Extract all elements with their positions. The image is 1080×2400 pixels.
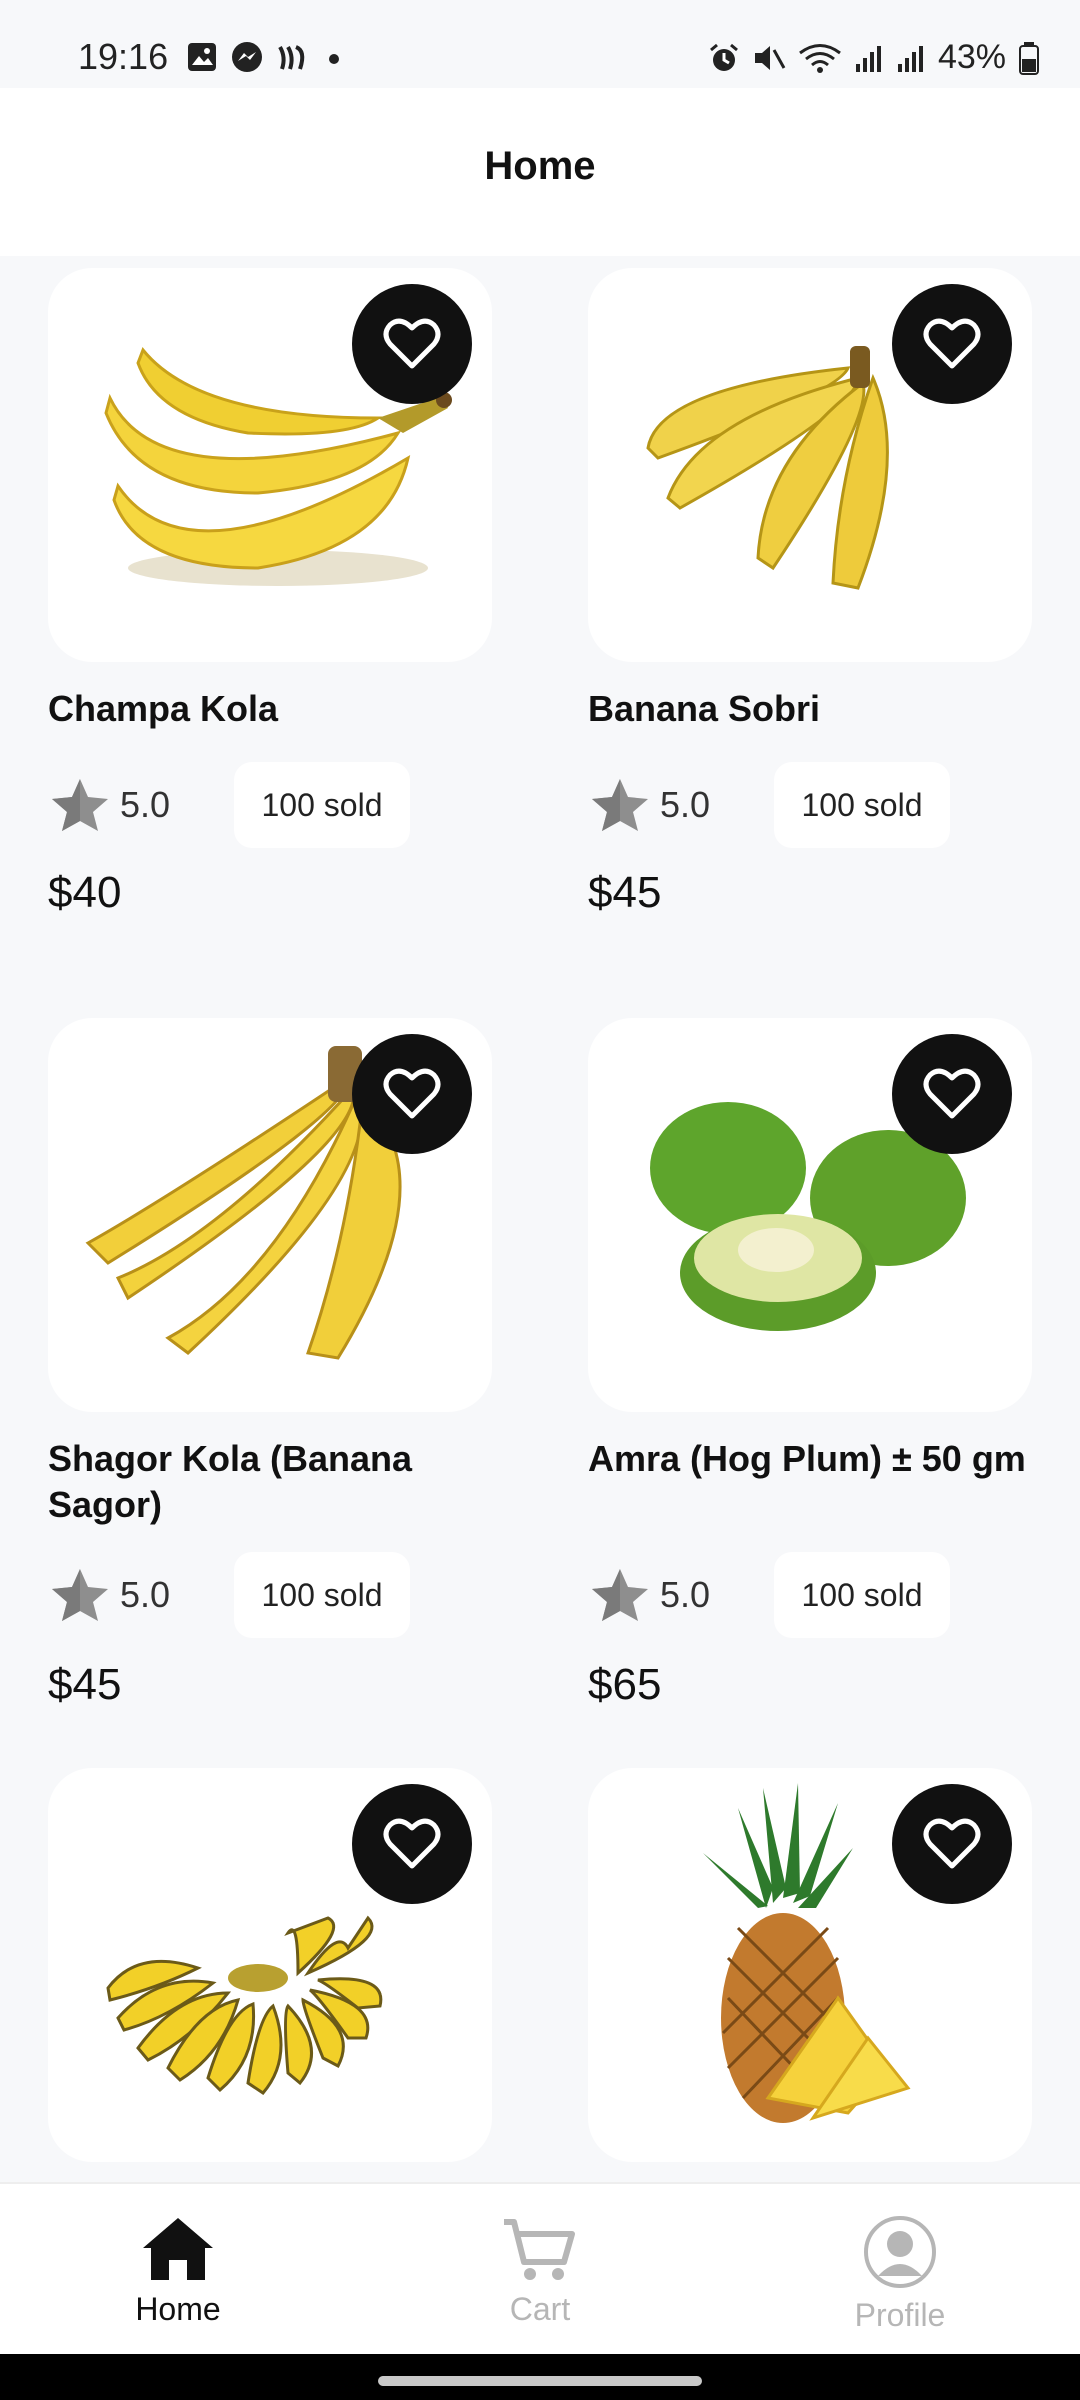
alarm-icon [709, 43, 738, 71]
home-icon [143, 2218, 213, 2280]
sold-badge: 100 sold [234, 762, 410, 848]
nav-profile-label: Profile [854, 2297, 946, 2333]
gallery-icon [188, 43, 216, 71]
sold-badge: 100 sold [774, 1552, 950, 1638]
rating: 5.0 [48, 762, 170, 848]
favorite-button[interactable] [892, 1034, 1012, 1154]
rating: 5.0 [48, 1552, 170, 1638]
heart-icon [923, 1068, 981, 1119]
page-title: Home [484, 144, 596, 188]
product-price: $65 [588, 1660, 662, 1709]
product-name: Amra (Hog Plum) ± 50 gm [588, 1438, 1026, 1479]
rating-value: 5.0 [660, 1574, 711, 1615]
rating-value: 5.0 [120, 1574, 171, 1615]
product-name: Champa Kola [48, 688, 279, 729]
gesture-bar [0, 2354, 1080, 2400]
bottom-navigation: Home Cart Profile [0, 2182, 1080, 2356]
sold-badge: 100 sold [234, 1552, 410, 1638]
rating: 5.0 [588, 762, 710, 848]
favorite-button[interactable] [352, 1034, 472, 1154]
heart-icon [383, 318, 441, 369]
cart-icon [504, 2219, 575, 2280]
favorite-button[interactable] [892, 1784, 1012, 1904]
heart-icon [383, 1068, 441, 1119]
star-icon [52, 779, 108, 831]
profile-icon [864, 2216, 936, 2288]
battery-icon [1019, 41, 1039, 75]
nav-cart[interactable]: Cart [440, 2214, 640, 2328]
rating: 5.0 [588, 1552, 710, 1638]
signal-app-icon [278, 45, 305, 70]
heart-icon [383, 1818, 441, 1869]
signal-icon-2 [897, 45, 923, 72]
product-price: $40 [48, 868, 122, 917]
nav-home[interactable]: Home [78, 2214, 278, 2328]
system-icons: 43% [708, 38, 1040, 77]
app-header: Home [0, 88, 1080, 256]
nav-profile[interactable]: Profile [800, 2214, 1000, 2334]
star-icon [52, 1569, 108, 1621]
star-icon [592, 779, 648, 831]
rating-value: 5.0 [120, 784, 171, 825]
star-icon [592, 1569, 648, 1621]
dot-icon [329, 54, 339, 64]
product-price: $45 [588, 868, 662, 917]
favorite-button[interactable] [352, 1784, 472, 1904]
status-bar: 19:16 43% [0, 0, 1080, 88]
battery-percentage: 43% [937, 38, 1006, 76]
heart-icon [923, 318, 981, 369]
mute-icon [754, 45, 786, 70]
home-gesture-handle[interactable] [378, 2376, 702, 2386]
sold-badge: 100 sold [774, 762, 950, 848]
rating-value: 5.0 [660, 784, 711, 825]
product-name: Banana Sobri [588, 688, 821, 729]
notification-icons [186, 40, 344, 74]
nav-home-label: Home [135, 2291, 221, 2327]
favorite-button[interactable] [352, 284, 472, 404]
status-time: 19:16 [78, 36, 169, 77]
nav-cart-label: Cart [509, 2291, 571, 2327]
heart-icon [923, 1818, 981, 1869]
messenger-icon [232, 42, 262, 72]
signal-icon [855, 45, 881, 72]
product-price: $45 [48, 1660, 122, 1709]
wifi-icon [799, 43, 841, 73]
favorite-button[interactable] [892, 284, 1012, 404]
product-name: Shagor Kola (Banana Sagor) [48, 1438, 413, 1525]
